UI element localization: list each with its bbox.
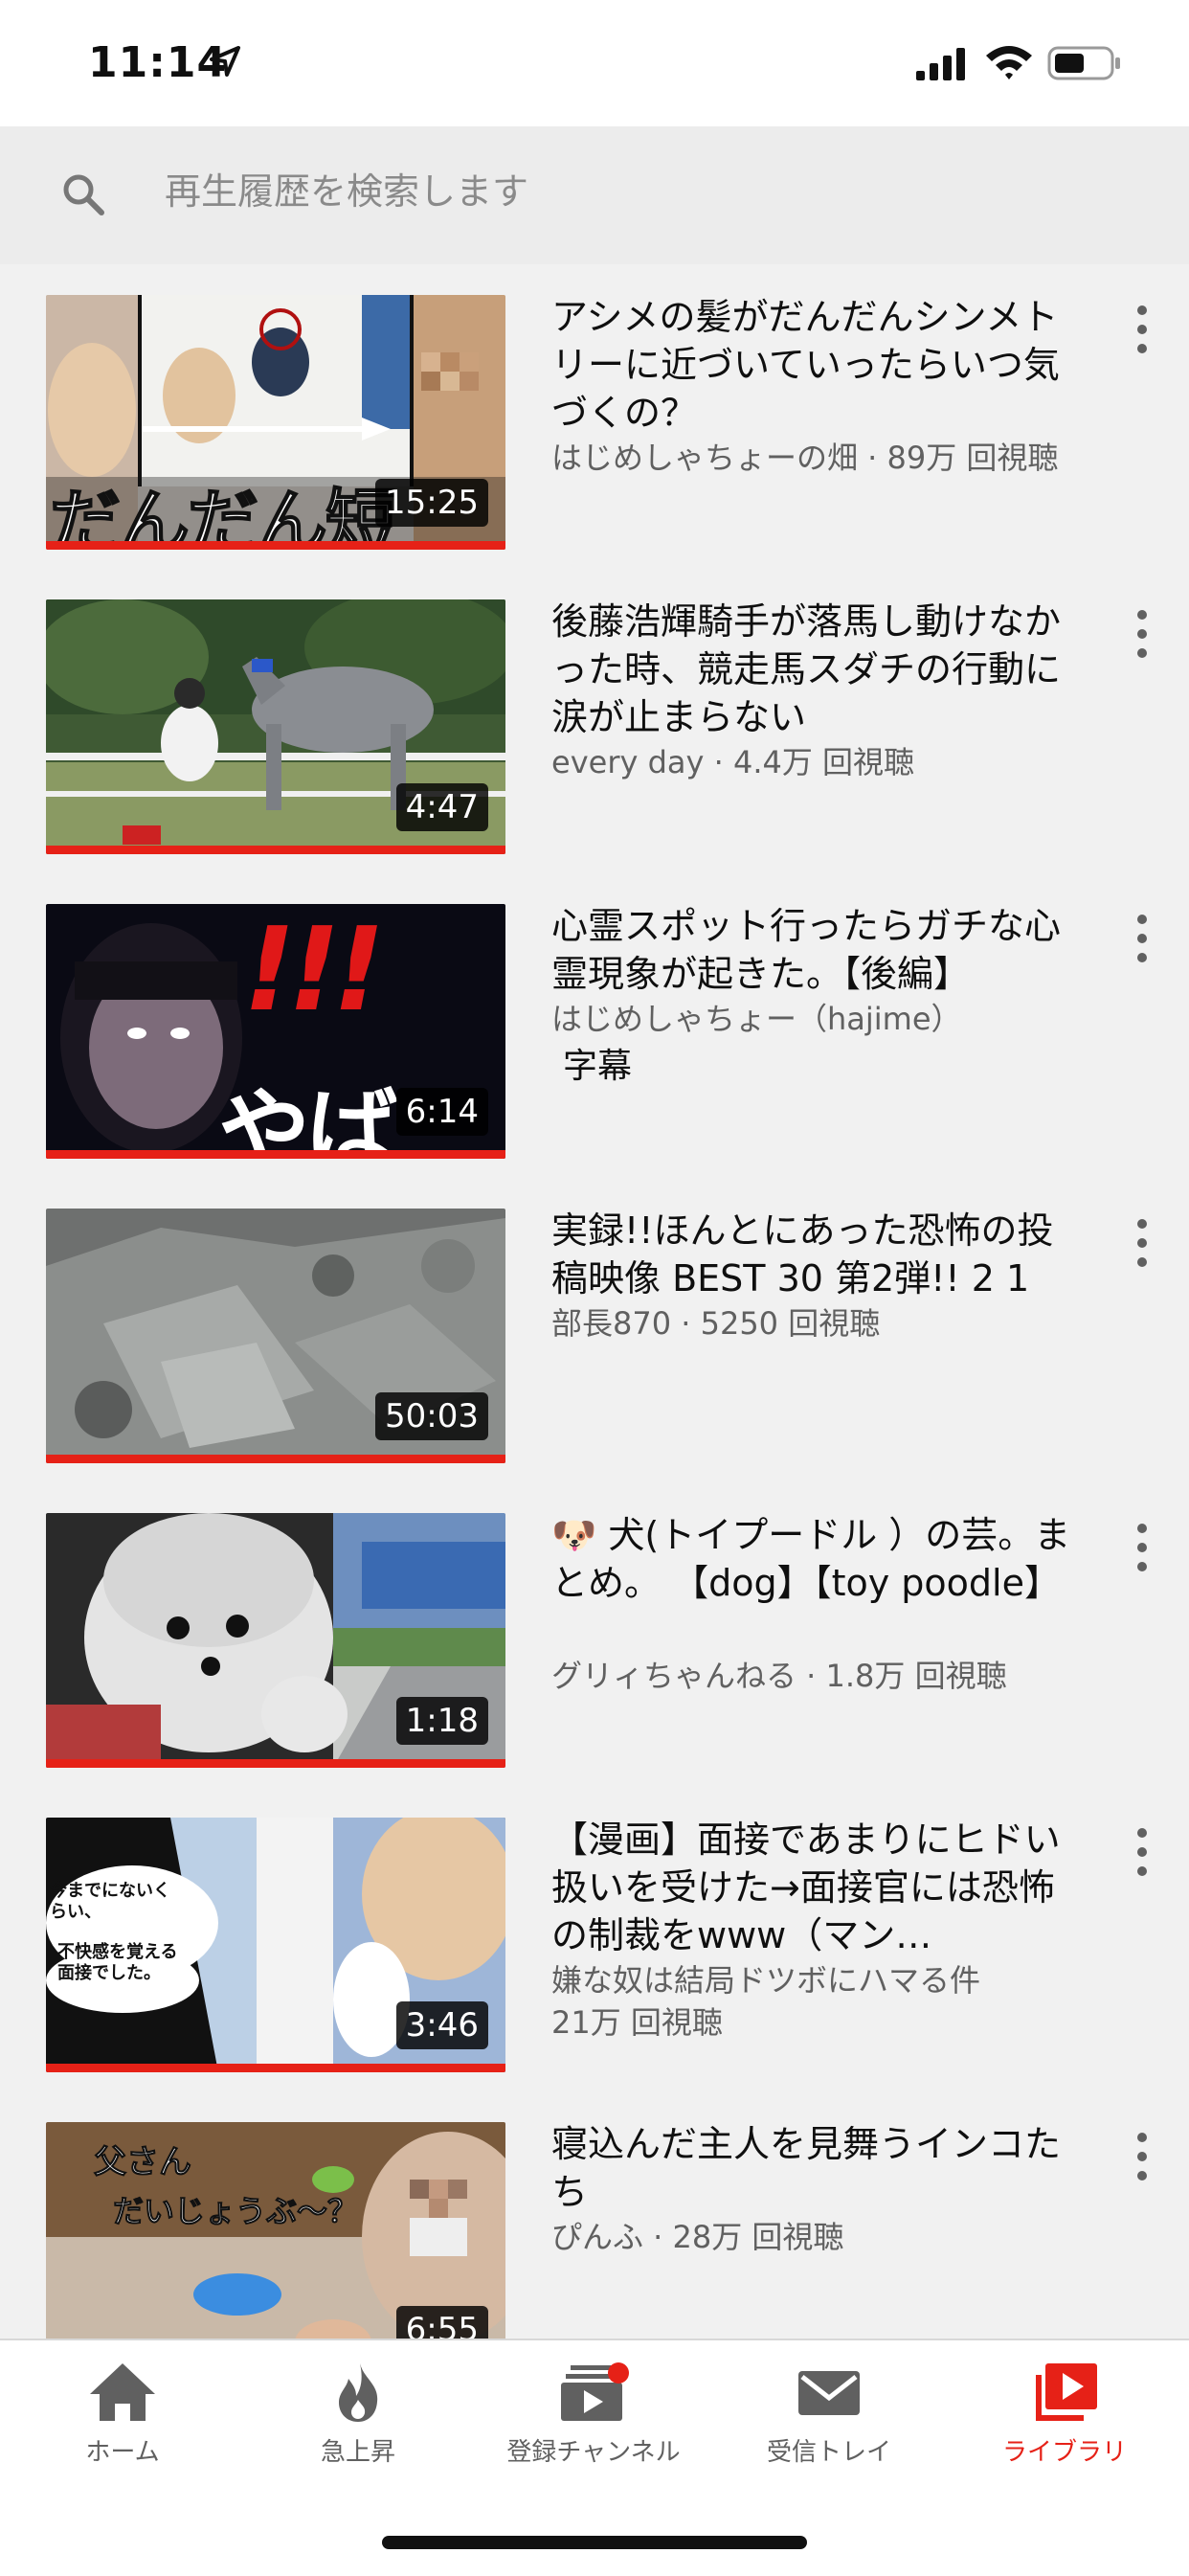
video-meta: グリィちゃんねる · 1.8万 回視聴: [551, 1658, 1007, 1694]
tab-label: 登録チャンネル: [506, 2438, 681, 2467]
video-title[interactable]: 実録!!ほんとにあった恐怖の投稿映像 BEST 30 第2弾!! 2 1: [551, 1207, 1088, 1302]
video-meta: 嫌な奴は結局ドツボにハマる件: [551, 1962, 981, 1999]
more-options-icon[interactable]: [1128, 1519, 1156, 1576]
video-duration: 50:03: [375, 1392, 488, 1440]
list-item[interactable]: 父さん だいじょうぶ〜？ 6:55 寝込んだ主人を見舞うインコたち ぴんふ · …: [0, 2091, 1189, 2339]
tab-subscriptions[interactable]: 登録チャンネル: [475, 2361, 712, 2476]
video-thumbnail[interactable]: !!! やば 6:14: [46, 904, 505, 1159]
tab-label: ライブラリ: [1001, 2438, 1127, 2467]
thumbnail-caption-2: 不快感を覚える面接でした。: [57, 1942, 178, 1983]
video-thumbnail[interactable]: だんだん短 15:25: [46, 295, 505, 550]
subscriptions-icon: [561, 2362, 629, 2421]
home-icon: [90, 2363, 155, 2421]
video-meta: ぴんふ · 28万 回視聴: [551, 2219, 844, 2255]
history-list: だんだん短 15:25 アシメの髪がだんだんシンメトリーに近づいていったらいつ気…: [0, 264, 1189, 2339]
more-options-icon[interactable]: [1128, 301, 1156, 358]
tab-home[interactable]: ホーム: [4, 2361, 241, 2476]
more-options-icon[interactable]: [1128, 1214, 1156, 1272]
more-options-icon[interactable]: [1128, 605, 1156, 663]
watch-progress-bar: [46, 541, 505, 550]
video-duration: 6:55: [395, 2306, 488, 2339]
thumbnail-caption: だんだん短: [49, 481, 397, 550]
watch-progress-bar: [46, 846, 505, 854]
video-meta: はじめしゃちょーの畑 · 89万 回視聴: [551, 440, 1059, 476]
search-icon[interactable]: [59, 170, 109, 220]
watch-progress-bar: [46, 1150, 505, 1159]
more-options-icon[interactable]: [1128, 2128, 1156, 2185]
video-thumbnail[interactable]: 4:47: [46, 599, 505, 854]
flame-icon: [339, 2363, 378, 2422]
wifi-icon: [986, 46, 1032, 79]
tab-label: 受信トレイ: [766, 2438, 891, 2467]
video-title[interactable]: 後藤浩輝騎手が落馬し動けなかった時、競走馬スダチの行動に涙が止まらない: [551, 598, 1088, 741]
thumbnail-caption: 父さん: [94, 2143, 192, 2182]
video-meta-views: 21万 回視聴: [551, 2004, 723, 2041]
more-options-icon[interactable]: [1128, 1823, 1156, 1881]
thumbnail-caption: やば: [218, 1078, 398, 1159]
status-bar: 11:14: [0, 0, 1189, 126]
video-title[interactable]: 心霊スポット行ったらガチな心霊現象が起きた。【後編】: [551, 902, 1088, 998]
location-arrow-icon: [210, 46, 240, 77]
list-item[interactable]: 今までにないくらい、 不快感を覚える面接でした。 3:46 【漫画】面接であまり…: [0, 1787, 1189, 2091]
more-options-icon[interactable]: [1128, 910, 1156, 967]
video-duration: 4:47: [395, 783, 488, 831]
battery-icon: [1047, 46, 1120, 80]
cellular-signal-icon: [916, 48, 965, 80]
video-thumbnail[interactable]: 50:03: [46, 1209, 505, 1463]
tab-trending[interactable]: 急上昇: [239, 2361, 477, 2476]
video-duration: 1:18: [395, 1697, 488, 1745]
list-item[interactable]: 1:18 🐶 犬(トイプードル ）の芸。まとめ。 【dog】【toy poodl…: [0, 1482, 1189, 1787]
captions-badge: 字幕: [563, 1047, 633, 1086]
video-meta: 部長870 · 5250 回視聴: [551, 1305, 881, 1342]
thumbnail-caption-2: だいじょうぶ〜？: [112, 2193, 359, 2230]
video-duration: 6:14: [395, 1088, 488, 1136]
video-title[interactable]: アシメの髪がだんだんシンメトリーに近づいていったらいつ気づくの？: [551, 293, 1088, 437]
video-title[interactable]: 🐶 犬(トイプードル ）の芸。まとめ。 【dog】【toy poodle】: [551, 1511, 1088, 1607]
video-title[interactable]: 寝込んだ主人を見舞うインコたち: [551, 2120, 1088, 2216]
video-thumbnail[interactable]: 1:18: [46, 1513, 505, 1768]
tab-label: 急上昇: [320, 2438, 395, 2467]
video-thumbnail[interactable]: 今までにないくらい、 不快感を覚える面接でした。 3:46: [46, 1818, 505, 2072]
library-icon: [1036, 2363, 1097, 2421]
search-input[interactable]: [165, 165, 1122, 218]
watch-progress-bar: [46, 2064, 505, 2072]
thumbnail-caption-exclaim: !!!: [243, 904, 385, 1037]
tab-label: ホーム: [85, 2438, 160, 2467]
watch-progress-bar: [46, 1455, 505, 1463]
video-meta: every day · 4.4万 回視聴: [551, 744, 915, 780]
list-item[interactable]: 50:03 実録!!ほんとにあった恐怖の投稿映像 BEST 30 第2弾!! 2…: [0, 1178, 1189, 1482]
video-duration: 3:46: [395, 2001, 488, 2049]
tab-inbox[interactable]: 受信トレイ: [710, 2361, 948, 2476]
tab-library[interactable]: ライブラリ: [946, 2361, 1183, 2476]
list-item[interactable]: 4:47 後藤浩輝騎手が落馬し動けなかった時、競走馬スダチの行動に涙が止まらない…: [0, 569, 1189, 873]
mail-icon: [798, 2371, 860, 2415]
watch-progress-bar: [46, 1759, 505, 1768]
video-duration: 15:25: [375, 479, 488, 527]
list-item[interactable]: だんだん短 15:25 アシメの髪がだんだんシンメトリーに近づいていったらいつ気…: [0, 264, 1189, 569]
video-title[interactable]: 【漫画】面接であまりにヒドい扱いを受けた→面接官には恐怖の制裁をwww（マン…: [551, 1816, 1088, 1959]
video-thumbnail[interactable]: 父さん だいじょうぶ〜？ 6:55: [46, 2122, 505, 2339]
video-meta: はじめしゃちょー（hajime）: [551, 1001, 962, 1037]
thumbnail-caption: 今までにないくらい、: [50, 1881, 170, 1922]
list-item[interactable]: !!! やば 6:14 心霊スポット行ったらガチな心霊現象が起きた。【後編】 は…: [0, 873, 1189, 1178]
home-indicator[interactable]: [382, 2536, 807, 2549]
